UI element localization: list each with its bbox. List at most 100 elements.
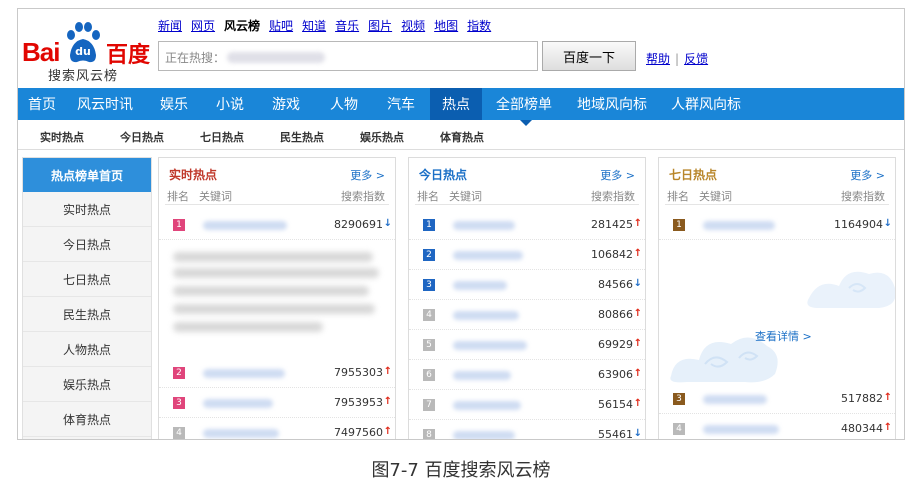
top-nav-item[interactable]: 贴吧 <box>269 17 293 34</box>
sub-nav-item[interactable]: 民生热点 <box>280 129 324 145</box>
main-nav-tab[interactable]: 首页 <box>18 88 66 120</box>
search-button[interactable]: 百度一下 <box>542 41 636 71</box>
keyword-blurred[interactable] <box>453 221 515 230</box>
sub-nav-item[interactable]: 七日热点 <box>200 129 244 145</box>
main-nav-tab[interactable]: 风云时讯 <box>66 88 144 120</box>
search-index: 55461 <box>598 428 633 440</box>
main-nav-tab[interactable]: 游戏 <box>256 88 316 120</box>
table-row[interactable]: 1 1164904 ↓ <box>659 210 895 240</box>
search-index: 7953953 <box>334 396 383 409</box>
table-row[interactable]: 2 7955303 ↑ <box>159 358 395 388</box>
rank-badge: 1 <box>173 219 185 231</box>
rank-badge: 3 <box>173 397 185 409</box>
sidebar-item[interactable]: 人物热点 <box>23 332 151 367</box>
feedback-link[interactable]: 反馈 <box>684 52 708 66</box>
search-index: 480344 <box>841 422 883 435</box>
keyword-blurred[interactable] <box>453 371 511 380</box>
trend-down-icon: ↓ <box>883 218 892 229</box>
keyword-blurred[interactable] <box>453 341 527 350</box>
top-nav-item[interactable]: 网页 <box>191 17 215 34</box>
keyword-blurred[interactable] <box>453 431 515 439</box>
panel-realtime: 实时热点 更多 > 排名 关键词 搜索指数 1 8290691 ↓ 2 79553… <box>158 157 396 439</box>
sub-nav-item[interactable]: 实时热点 <box>40 129 84 145</box>
keyword-blurred[interactable] <box>453 401 521 410</box>
top-nav-item[interactable]: 知道 <box>302 17 326 34</box>
main-nav-tab[interactable]: 人物 <box>316 88 372 120</box>
sub-nav-item[interactable]: 体育热点 <box>440 129 484 145</box>
main-nav-tab[interactable]: 小说 <box>204 88 256 120</box>
table-row[interactable]: 5 69929 ↑ <box>409 330 645 360</box>
search-index: 281425 <box>591 218 633 231</box>
table-row[interactable]: 1 281425 ↑ <box>409 210 645 240</box>
divider <box>665 204 889 205</box>
baidu-logo[interactable]: Bai du 百度 搜索风云榜 <box>22 21 150 84</box>
keyword-blurred[interactable] <box>203 399 273 408</box>
top-nav-item[interactable]: 风云榜 <box>224 17 260 34</box>
paw-icon: du <box>67 22 100 63</box>
keyword-blurred[interactable] <box>203 221 287 230</box>
logo-subtitle: 搜索风云榜 <box>48 69 119 84</box>
keyword-blurred[interactable] <box>703 425 779 434</box>
table-row[interactable]: 8 55461 ↓ <box>409 420 645 440</box>
top-nav-item[interactable]: 图片 <box>368 17 392 34</box>
keyword-blurred[interactable] <box>453 311 519 320</box>
keyword-blurred[interactable] <box>453 281 507 290</box>
more-link[interactable]: 更多 > <box>350 167 385 183</box>
top-nav-item[interactable]: 地图 <box>434 17 458 34</box>
more-link[interactable]: 更多 > <box>850 167 885 183</box>
main-nav-tab[interactable]: 全部榜单 <box>482 88 566 120</box>
table-row[interactable]: 2 106842 ↑ <box>409 240 645 270</box>
top-nav-item[interactable]: 音乐 <box>335 17 359 34</box>
divider <box>165 204 389 205</box>
help-separator: | <box>675 52 680 66</box>
sidebar-item[interactable]: 实时热点 <box>23 192 151 227</box>
table-row[interactable]: 7 56154 ↑ <box>409 390 645 420</box>
main-nav-tab[interactable]: 热点 <box>430 88 482 120</box>
help-link[interactable]: 帮助 <box>646 52 670 66</box>
sidebar-item[interactable]: 七日热点 <box>23 262 151 297</box>
col-rank: 排名 <box>667 190 689 203</box>
col-index: 搜索指数 <box>841 190 885 203</box>
main-nav-tab[interactable]: 汽车 <box>372 88 430 120</box>
sidebar-head[interactable]: 热点榜单首页 <box>23 158 151 192</box>
more-link[interactable]: 更多 > <box>600 167 635 183</box>
keyword-blurred[interactable] <box>203 429 279 438</box>
top-nav-item[interactable]: 新闻 <box>158 17 182 34</box>
table-row[interactable]: 1 8290691 ↓ <box>159 210 395 240</box>
search-input[interactable]: 正在热搜： <box>158 41 538 71</box>
trend-down-icon: ↓ <box>633 278 642 289</box>
main-nav-tab[interactable]: 地域风向标 <box>566 88 658 120</box>
trend-up-icon: ↑ <box>883 392 892 403</box>
keyword-blurred[interactable] <box>453 251 523 260</box>
sidebar-item[interactable]: 民生热点 <box>23 297 151 332</box>
trend-up-icon: ↑ <box>633 398 642 409</box>
table-row[interactable]: 3 84566 ↓ <box>409 270 645 300</box>
table-row[interactable]: 4 80866 ↑ <box>409 300 645 330</box>
table-row[interactable]: 4 480344 ↑ <box>659 414 895 439</box>
table-row[interactable]: 4 7497560 ↑ <box>159 418 395 439</box>
rank-badge: 1 <box>423 219 435 231</box>
top-nav-item[interactable]: 指数 <box>467 17 491 34</box>
sub-nav-item[interactable]: 今日热点 <box>120 129 164 145</box>
main-nav-tab[interactable]: 娱乐 <box>144 88 204 120</box>
keyword-blurred[interactable] <box>703 221 775 230</box>
sub-nav-item[interactable]: 娱乐热点 <box>360 129 404 145</box>
col-keyword: 关键词 <box>199 190 232 203</box>
rank-badge: 1 <box>673 219 685 231</box>
logo-bai-text: Bai <box>22 37 60 67</box>
col-rank: 排名 <box>417 190 439 203</box>
main-nav-tab[interactable]: 人群风向标 <box>658 88 754 120</box>
sidebar-item[interactable]: 今日热点 <box>23 227 151 262</box>
help-links: 帮助 | 反馈 <box>646 50 708 67</box>
rank-badge: 6 <box>423 369 435 381</box>
top-nav-item[interactable]: 视频 <box>401 17 425 34</box>
sidebar-item[interactable]: 体育热点 <box>23 402 151 437</box>
trend-up-icon: ↑ <box>383 366 392 377</box>
keyword-blurred[interactable] <box>703 395 767 404</box>
sidebar-item[interactable]: 娱乐热点 <box>23 367 151 402</box>
keyword-blurred[interactable] <box>203 369 285 378</box>
table-row[interactable]: 3 517882 ↑ <box>659 384 895 414</box>
table-row[interactable]: 3 7953953 ↑ <box>159 388 395 418</box>
table-row[interactable]: 6 63906 ↑ <box>409 360 645 390</box>
view-details-link[interactable]: 查看详情 > <box>755 328 812 344</box>
